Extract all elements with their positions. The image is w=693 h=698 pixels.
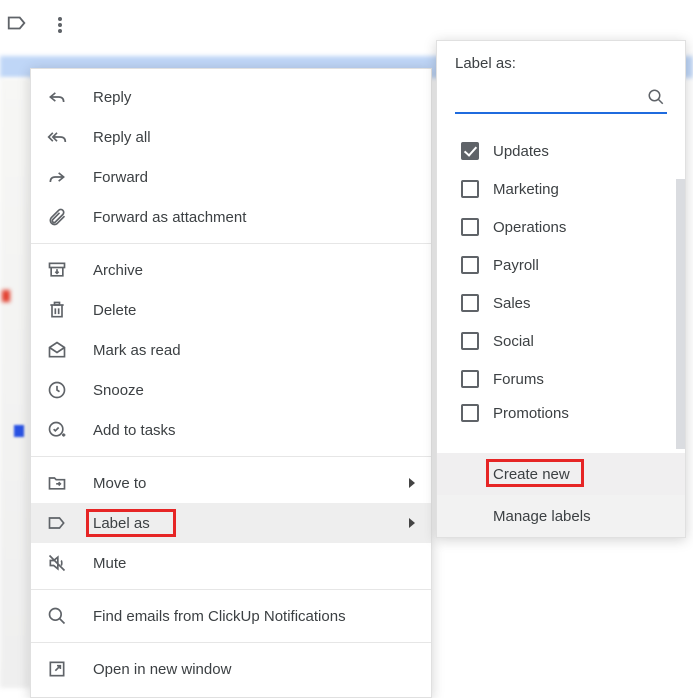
snooze-icon: [47, 380, 67, 400]
menu-label-as[interactable]: Label as: [31, 503, 431, 543]
divider: [31, 589, 431, 590]
menu-label: Delete: [93, 302, 136, 319]
menu-label: Open in new window: [93, 661, 231, 678]
checkbox-icon: [461, 332, 479, 350]
label-name: Marketing: [493, 181, 559, 198]
labels-icon[interactable]: [6, 12, 28, 38]
search-icon: [647, 88, 665, 110]
menu-snooze[interactable]: Snooze: [31, 370, 431, 410]
menu-add-tasks[interactable]: Add to tasks: [31, 410, 431, 450]
archive-icon: [47, 260, 67, 280]
checkbox-icon: [461, 142, 479, 160]
move-to-icon: [47, 473, 67, 493]
attachment-icon: [47, 207, 67, 227]
submenu-title: Label as:: [437, 41, 685, 78]
delete-icon: [47, 300, 67, 320]
action-label: Manage labels: [493, 508, 591, 525]
checkbox-icon: [461, 370, 479, 388]
manage-labels[interactable]: Manage labels: [437, 495, 685, 537]
scrollbar[interactable]: [676, 179, 685, 449]
search-icon: [47, 606, 67, 626]
label-option[interactable]: Social: [437, 322, 685, 360]
menu-move-to[interactable]: Move to: [31, 463, 431, 503]
menu-label: Mark as read: [93, 342, 181, 359]
add-task-icon: [47, 420, 67, 440]
reply-icon: [47, 87, 67, 107]
create-new-label[interactable]: Create new: [437, 453, 685, 495]
menu-label: Snooze: [93, 382, 144, 399]
reply-all-icon: [47, 127, 67, 147]
menu-forward[interactable]: Forward: [31, 157, 431, 197]
label-option[interactable]: Operations: [437, 208, 685, 246]
menu-label: Mute: [93, 555, 126, 572]
menu-delete[interactable]: Delete: [31, 290, 431, 330]
checkbox-icon: [461, 218, 479, 236]
divider: [31, 456, 431, 457]
label-search-input[interactable]: [455, 82, 667, 112]
label-option[interactable]: Updates: [437, 132, 685, 170]
label-name: Social: [493, 333, 534, 350]
menu-mute[interactable]: Mute: [31, 543, 431, 583]
label-name: Sales: [493, 295, 531, 312]
checkbox-icon: [461, 404, 479, 422]
menu-find-emails[interactable]: Find emails from ClickUp Notifications: [31, 596, 431, 636]
menu-label: Find emails from ClickUp Notifications: [93, 608, 346, 625]
forward-icon: [47, 167, 67, 187]
divider: [31, 243, 431, 244]
label-option[interactable]: Promotions: [437, 398, 685, 428]
menu-open-window[interactable]: Open in new window: [31, 649, 431, 689]
checkbox-icon: [461, 256, 479, 274]
context-menu: Reply Reply all Forward Forward as attac…: [30, 68, 432, 698]
label-option[interactable]: Forums: [437, 360, 685, 398]
label-name: Operations: [493, 219, 566, 236]
label-name: Updates: [493, 143, 549, 160]
divider: [31, 642, 431, 643]
label-name: Forums: [493, 371, 544, 388]
menu-label: Label as: [93, 515, 150, 532]
mute-icon: [47, 553, 67, 573]
label-option[interactable]: Sales: [437, 284, 685, 322]
checkbox-icon: [461, 180, 479, 198]
label-option[interactable]: Marketing: [437, 170, 685, 208]
label-search[interactable]: [455, 82, 667, 114]
label-as-submenu: Label as: Updates Marketing Operations P…: [436, 40, 686, 538]
checkbox-icon: [461, 294, 479, 312]
label-name: Payroll: [493, 257, 539, 274]
menu-label: Forward as attachment: [93, 209, 246, 226]
menu-label: Forward: [93, 169, 148, 186]
menu-reply[interactable]: Reply: [31, 77, 431, 117]
menu-label: Add to tasks: [93, 422, 176, 439]
chevron-right-icon: [409, 518, 415, 528]
more-icon[interactable]: [50, 15, 70, 35]
action-label: Create new: [493, 466, 570, 483]
menu-label: Reply all: [93, 129, 151, 146]
menu-mark-read[interactable]: Mark as read: [31, 330, 431, 370]
menu-label: Archive: [93, 262, 143, 279]
menu-archive[interactable]: Archive: [31, 250, 431, 290]
menu-label: Move to: [93, 475, 146, 492]
mail-open-icon: [47, 340, 67, 360]
label-list: Updates Marketing Operations Payroll Sal…: [437, 118, 685, 453]
menu-label: Reply: [93, 89, 131, 106]
open-window-icon: [47, 659, 67, 679]
submenu-actions: Create new Manage labels: [437, 453, 685, 537]
label-icon: [47, 513, 67, 533]
label-name: Promotions: [493, 405, 569, 422]
menu-forward-attachment[interactable]: Forward as attachment: [31, 197, 431, 237]
label-option[interactable]: Payroll: [437, 246, 685, 284]
chevron-right-icon: [409, 478, 415, 488]
menu-reply-all[interactable]: Reply all: [31, 117, 431, 157]
